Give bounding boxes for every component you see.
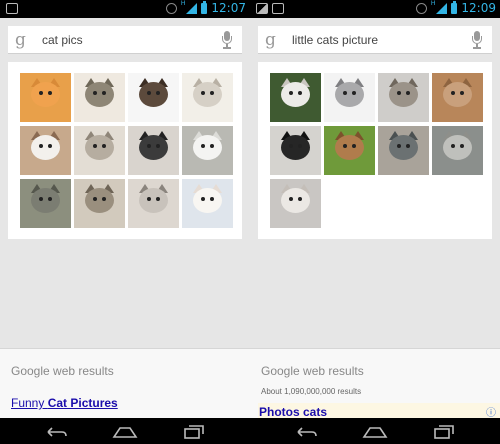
web-results-panel: Google web results About 1,090,000,000 r… [250, 348, 500, 419]
search-result-link[interactable]: Photos cats [259, 405, 327, 419]
image-results-card [258, 62, 492, 239]
clock: 12:09 [461, 1, 496, 15]
chat-notification-icon [272, 3, 284, 14]
cat-image-4[interactable] [432, 73, 483, 122]
chat-notification-icon [6, 3, 18, 14]
status-bar: H 12:07 [0, 0, 250, 18]
web-results-panel: Google web results Funny Cat Pictures [0, 348, 250, 418]
microphone-icon[interactable] [472, 31, 482, 49]
cat-image-12[interactable] [182, 179, 233, 228]
back-button-icon[interactable] [292, 424, 320, 440]
home-button-icon[interactable] [361, 424, 389, 440]
battery-icon [201, 0, 208, 14]
phone-screen-right: H 12:09 g little cats picture Google web… [250, 0, 500, 444]
cat-image-2[interactable] [74, 73, 125, 122]
cat-image-10[interactable] [74, 179, 125, 228]
cat-image-7[interactable] [128, 126, 179, 175]
cat-image-6[interactable] [324, 126, 375, 175]
web-results-heading: Google web results [261, 364, 364, 378]
network-type-indicator: H [180, 0, 186, 7]
cat-image-1[interactable] [20, 73, 71, 122]
signal-strength-icon [186, 2, 198, 14]
home-button-icon[interactable] [111, 424, 139, 440]
cat-image-9[interactable] [270, 179, 321, 228]
navigation-bar [0, 418, 250, 444]
image-results-card [8, 62, 242, 239]
cat-image-5[interactable] [270, 126, 321, 175]
cat-image-3[interactable] [378, 73, 429, 122]
cat-image-8[interactable] [432, 126, 483, 175]
status-bar: H 12:09 [250, 0, 500, 18]
navigation-bar [250, 418, 500, 444]
network-type-indicator: H [430, 0, 436, 7]
recent-apps-button-icon[interactable] [180, 424, 208, 440]
google-logo-icon[interactable]: g [265, 30, 276, 50]
info-icon[interactable]: ⓘ [486, 404, 496, 419]
cat-image-9[interactable] [20, 179, 71, 228]
web-results-heading: Google web results [11, 364, 114, 378]
cat-image-7[interactable] [378, 126, 429, 175]
cat-image-11[interactable] [128, 179, 179, 228]
cat-image-8[interactable] [182, 126, 233, 175]
alarm-icon [415, 2, 427, 14]
google-logo-icon[interactable]: g [15, 30, 26, 50]
microphone-icon[interactable] [222, 31, 232, 49]
cat-image-1[interactable] [270, 73, 321, 122]
clock: 12:07 [211, 1, 246, 15]
signal-strength-icon [436, 2, 448, 14]
result-count: About 1,090,000,000 results [261, 387, 362, 396]
search-query[interactable]: little cats picture [292, 33, 378, 47]
cat-image-6[interactable] [74, 126, 125, 175]
search-box[interactable]: g cat pics [8, 26, 242, 54]
picture-notification-icon [256, 3, 268, 14]
phone-screen-left: H 12:07 g cat pics Google web results Fu… [0, 0, 250, 444]
search-result-link[interactable]: Funny Cat Pictures [11, 396, 118, 410]
search-box[interactable]: g little cats picture [258, 26, 492, 54]
cat-image-2[interactable] [324, 73, 375, 122]
cat-image-5[interactable] [20, 126, 71, 175]
search-query[interactable]: cat pics [42, 33, 83, 47]
cat-image-3[interactable] [128, 73, 179, 122]
battery-icon [451, 0, 458, 14]
cat-image-4[interactable] [182, 73, 233, 122]
recent-apps-button-icon[interactable] [430, 424, 458, 440]
alarm-icon [165, 2, 177, 14]
back-button-icon[interactable] [42, 424, 70, 440]
